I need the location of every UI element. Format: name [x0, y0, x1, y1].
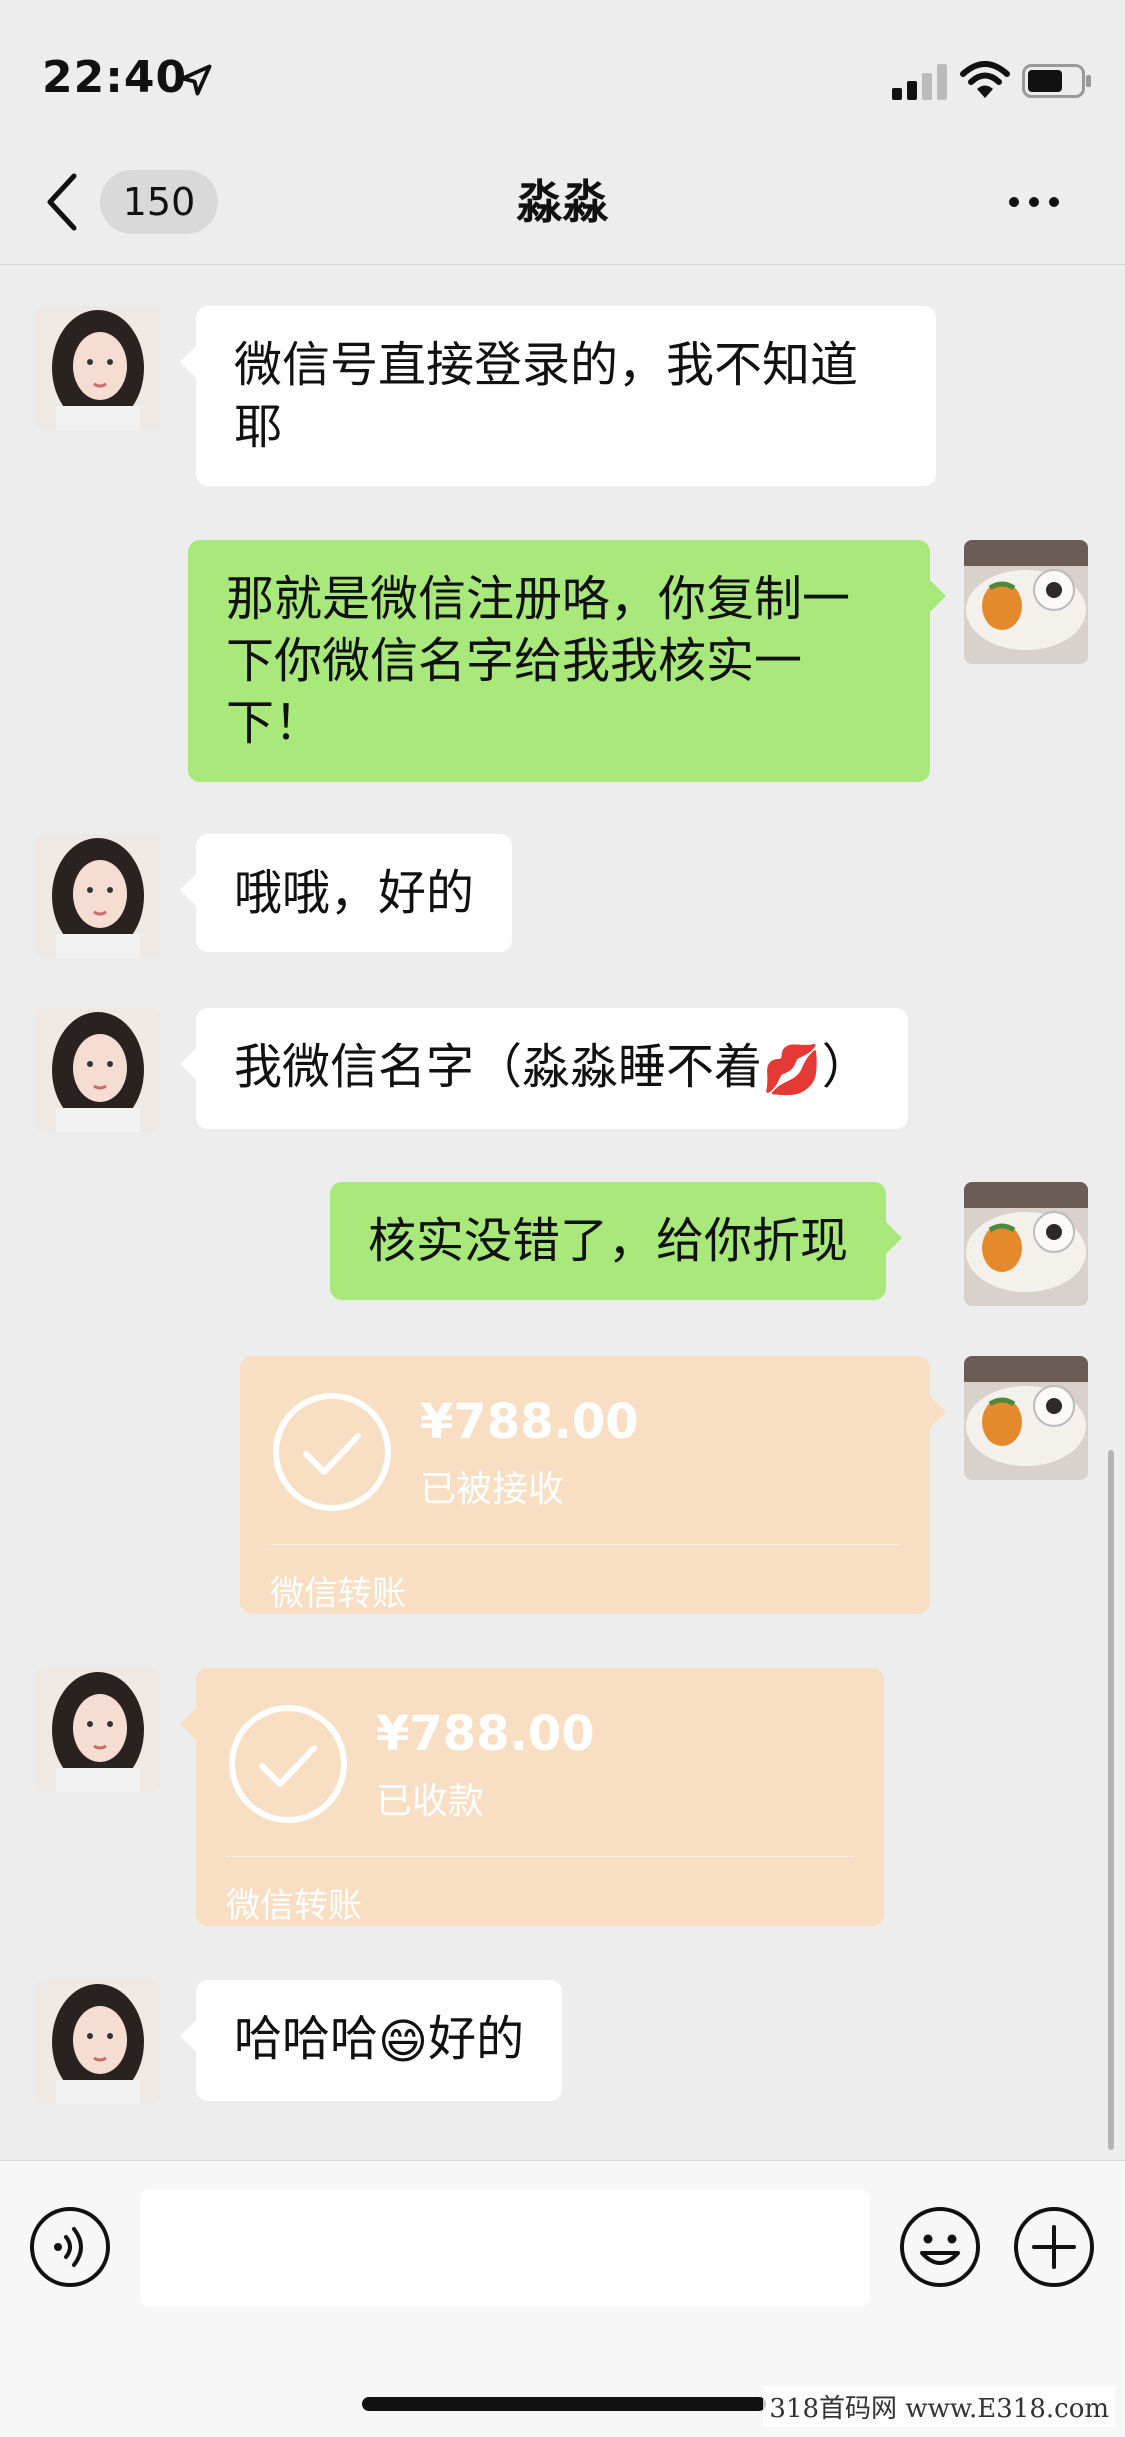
voice-icon[interactable] — [28, 2205, 112, 2289]
input-bar: 318首码网 www.E318.com — [0, 2160, 1125, 2437]
message-text: 我微信名字（淼淼睡不着 — [234, 1039, 763, 1095]
emoji-icon[interactable] — [898, 2205, 982, 2289]
message-text: 那就是微信注册咯，你复制一下你微信名字给我我核实一下！ — [226, 571, 851, 751]
message-bubble-received[interactable]: 哦哦，好的 — [179, 834, 513, 952]
message-bubble-received[interactable]: 哈哈哈😄好的 — [179, 1980, 563, 2101]
check-icon — [229, 1705, 347, 1823]
message-bubble-received[interactable]: 微信号直接登录的，我不知道耶 — [180, 306, 936, 486]
message-bubble-received[interactable]: 我微信名字（淼淼睡不着💋） — [180, 1008, 908, 1129]
lips-emoji: 💋 — [762, 1042, 822, 1098]
location-arrow-icon — [180, 64, 212, 96]
transfer-card-sent[interactable]: ¥788.00 已被接收 微信转账 — [240, 1356, 946, 1614]
message-text: 核实没错了，给你折现 — [368, 1213, 849, 1269]
status-time: 22:40 — [42, 52, 188, 103]
more-icon[interactable] — [1004, 180, 1064, 224]
transfer-amount: ¥788.00 — [376, 1706, 595, 1762]
transfer-status: 已被接收 — [420, 1469, 565, 1510]
message-text-after: ） — [821, 1039, 870, 1095]
status-bar: 22:40 — [0, 0, 1125, 150]
message-bubble-sent[interactable]: 核实没错了，给你折现 — [330, 1182, 903, 1300]
grin-emoji: 😄 — [378, 2014, 429, 2070]
transfer-amount: ¥788.00 — [420, 1394, 639, 1450]
message-text: 哈哈哈 — [234, 2011, 379, 2067]
chat-header: 150 淼淼 — [0, 140, 1125, 265]
message-text: 哦哦，好的 — [234, 865, 475, 921]
watermark: 318首码网 www.E318.com — [763, 2386, 1115, 2427]
divider — [226, 1856, 854, 1857]
transfer-card-received[interactable]: ¥788.00 已收款 微信转账 — [180, 1668, 884, 1926]
message-text: 微信号直接登录的，我不知道耶 — [234, 337, 859, 455]
transfer-footer: 微信转账 — [270, 1574, 406, 1614]
signal-icon — [892, 64, 947, 100]
contact-avatar[interactable] — [36, 834, 160, 958]
my-avatar[interactable] — [964, 540, 1088, 664]
home-indicator — [362, 2397, 766, 2411]
contact-avatar[interactable] — [36, 306, 160, 430]
plus-icon[interactable] — [1012, 2205, 1096, 2289]
message-input[interactable] — [140, 2189, 870, 2307]
contact-avatar[interactable] — [36, 1668, 160, 1792]
contact-avatar[interactable] — [36, 1980, 160, 2104]
my-avatar[interactable] — [964, 1182, 1088, 1306]
divider — [270, 1544, 900, 1545]
check-icon — [273, 1393, 391, 1511]
transfer-status: 已收款 — [376, 1781, 485, 1822]
chat-title: 淼淼 — [516, 175, 609, 229]
wifi-icon — [960, 61, 1010, 98]
transfer-footer: 微信转账 — [226, 1886, 362, 1926]
battery-icon — [1022, 64, 1091, 98]
scrollbar[interactable] — [1108, 1450, 1114, 2150]
contact-avatar[interactable] — [36, 1008, 160, 1132]
my-avatar[interactable] — [964, 1356, 1088, 1480]
message-bubble-sent[interactable]: 那就是微信注册咯，你复制一下你微信名字给我我核实一下！ — [188, 540, 946, 782]
message-text-after: 好的 — [428, 2011, 525, 2067]
